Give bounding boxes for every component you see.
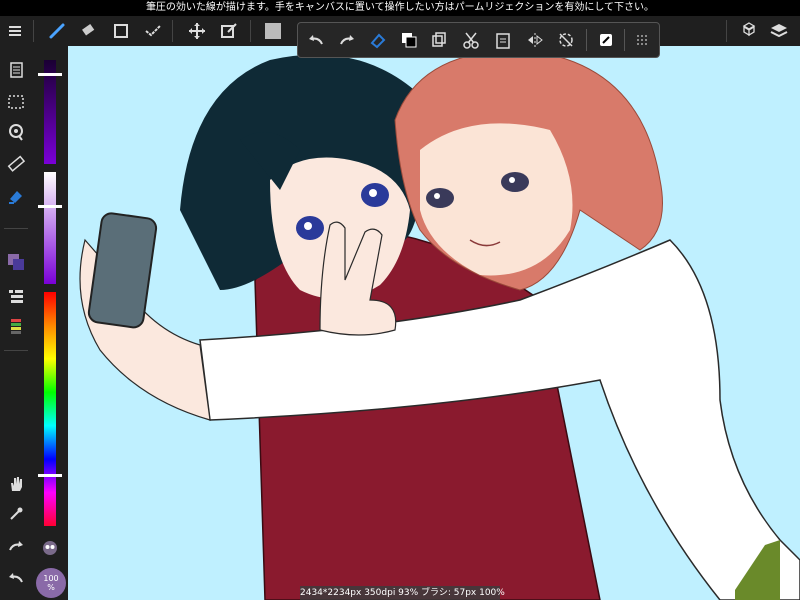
color-icon[interactable] [0, 248, 32, 276]
brush-icon[interactable] [42, 16, 72, 46]
size-slider[interactable] [44, 60, 56, 164]
undo-icon[interactable] [301, 23, 331, 57]
hue-slider[interactable] [44, 292, 56, 526]
fill-icon[interactable] [363, 23, 393, 57]
left-divider [4, 228, 28, 229]
grid-icon[interactable] [627, 23, 657, 57]
tile-icon[interactable] [734, 16, 764, 46]
status-bar: 2434*2234px 350dpi 93% ブラシ: 57px 100% [300, 586, 505, 600]
ruler-icon[interactable] [0, 150, 32, 178]
drawing-canvas[interactable] [68, 46, 800, 600]
redo-icon[interactable] [332, 23, 362, 57]
toolbar-divider [172, 20, 173, 42]
zoom-unit: % [47, 583, 55, 592]
selection-icon[interactable] [0, 88, 32, 116]
bucket-icon[interactable] [0, 182, 32, 210]
duplicate-icon[interactable] [424, 23, 454, 57]
artwork [79, 49, 800, 600]
eraser-icon[interactable] [74, 16, 104, 46]
layer-list-icon[interactable] [0, 282, 32, 310]
hand-icon[interactable] [0, 470, 32, 498]
size-slider-thumb[interactable] [38, 72, 62, 76]
edit-popup-menu [297, 22, 660, 58]
popup-divider [624, 29, 625, 51]
toolbar-divider [33, 20, 34, 42]
opacity-slider-thumb[interactable] [38, 204, 62, 208]
eyedropper-icon[interactable] [0, 500, 32, 528]
color-swatch[interactable] [258, 16, 288, 46]
zoom-button[interactable]: 100% [36, 568, 66, 598]
undo-icon[interactable] [0, 564, 32, 592]
flip-icon[interactable] [520, 23, 550, 57]
cut-icon[interactable] [456, 23, 486, 57]
layer-pages-icon[interactable] [0, 56, 32, 84]
popup-divider [586, 29, 587, 51]
opacity-slider[interactable] [44, 172, 56, 284]
paste-icon[interactable] [488, 23, 518, 57]
toolbar-divider [250, 20, 251, 42]
hue-slider-thumb[interactable] [38, 473, 62, 477]
toolbar-divider [726, 20, 727, 42]
owl-icon[interactable] [40, 538, 60, 558]
top-message: 筆圧の効いた線が描けます。手をキャンバスに置いて操作したい方はパームリジェクショ… [0, 0, 800, 16]
redo-icon[interactable] [0, 532, 32, 560]
check-select-icon[interactable] [138, 16, 168, 46]
transform-icon[interactable] [591, 23, 621, 57]
copy-icon[interactable] [394, 23, 424, 57]
lasso-icon[interactable] [0, 118, 32, 146]
transform-icon[interactable] [214, 16, 244, 46]
layers-icon[interactable] [764, 16, 794, 46]
left-divider [4, 350, 28, 351]
move-icon[interactable] [182, 16, 212, 46]
rotate-icon[interactable] [551, 23, 581, 57]
zoom-value: 100 [43, 574, 59, 583]
menu-icon[interactable] [0, 16, 30, 46]
rectangle-icon[interactable] [106, 16, 136, 46]
palette-icon[interactable] [0, 312, 32, 340]
